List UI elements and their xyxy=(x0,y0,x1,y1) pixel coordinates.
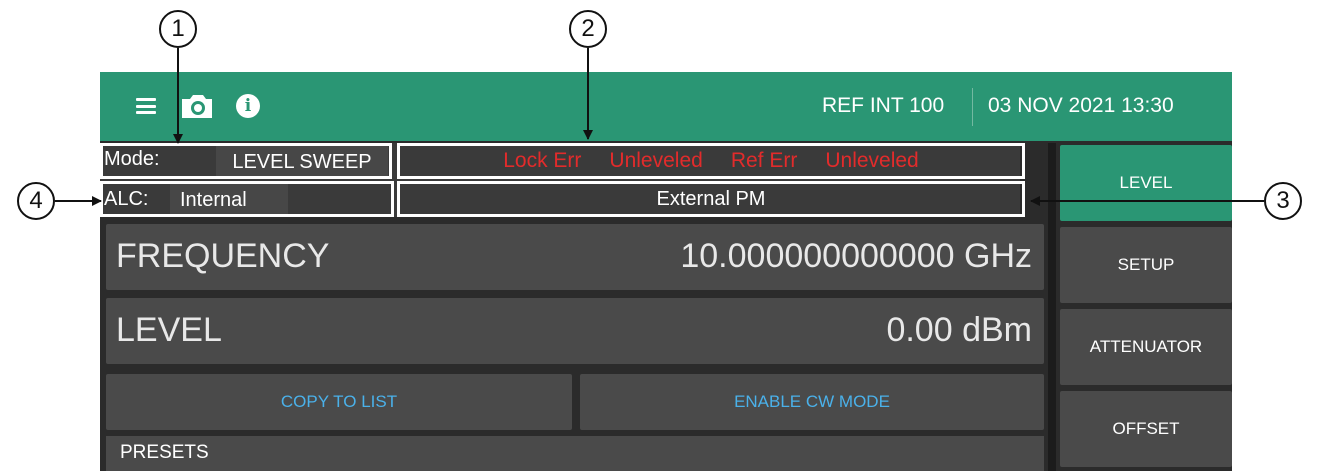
callout-4: 4 xyxy=(17,182,55,220)
enable-cw-mode-button[interactable]: ENABLE CW MODE xyxy=(580,374,1044,430)
frequency-panel[interactable]: FREQUENCY 10.000000000000 GHz xyxy=(106,224,1044,290)
instrument-screen: i REF INT 100 03 NOV 2021 13:30 Mode: LE… xyxy=(100,72,1232,471)
presets-section[interactable]: PRESETS xyxy=(106,436,1044,471)
alc-highlight-box xyxy=(100,181,394,217)
scrollbar[interactable] xyxy=(1048,143,1056,471)
status-lock-err: Lock Err xyxy=(503,149,582,172)
reference-indicator[interactable]: REF INT 100 xyxy=(822,94,944,118)
side-button-offset[interactable]: OFFSET xyxy=(1060,391,1232,467)
mode-highlight-box xyxy=(100,143,392,179)
frequency-unit: GHz xyxy=(964,237,1032,275)
datetime-display: 03 NOV 2021 13:30 xyxy=(988,94,1174,117)
side-menu: LEVEL SETUP ATTENUATOR OFFSET xyxy=(1060,143,1232,471)
camera-icon[interactable] xyxy=(179,92,215,120)
status-ref-err: Ref Err xyxy=(730,149,798,172)
status-unleveled-2: Unleveled xyxy=(825,149,919,172)
level-panel[interactable]: LEVEL 0.00 dBm xyxy=(106,298,1044,364)
side-button-attenuator[interactable]: ATTENUATOR xyxy=(1060,309,1232,385)
presets-label: PRESETS xyxy=(120,442,209,463)
menu-icon[interactable] xyxy=(136,98,156,114)
level-label: LEVEL xyxy=(116,311,222,349)
level-value[interactable]: 0.00 dBm xyxy=(886,311,1032,350)
callout-3: 3 xyxy=(1264,182,1302,220)
top-bar: i REF INT 100 03 NOV 2021 13:30 xyxy=(100,72,1232,141)
info-icon[interactable]: i xyxy=(236,94,260,118)
copy-to-list-button[interactable]: COPY TO LIST xyxy=(106,374,572,430)
frequency-value[interactable]: 10.000000000000 GHz xyxy=(680,237,1032,276)
status-unleveled: Unleveled xyxy=(609,149,703,172)
callout-2: 2 xyxy=(569,10,607,48)
frequency-label: FREQUENCY xyxy=(116,237,330,275)
level-unit: dBm xyxy=(962,311,1032,349)
callout-1: 1 xyxy=(159,10,197,48)
error-status: Lock Err Unleveled Ref Err Unleveled xyxy=(398,144,1024,178)
pm-status: External PM xyxy=(656,187,766,210)
divider xyxy=(972,88,973,126)
side-button-level[interactable]: LEVEL xyxy=(1060,145,1232,221)
side-button-setup[interactable]: SETUP xyxy=(1060,227,1232,303)
